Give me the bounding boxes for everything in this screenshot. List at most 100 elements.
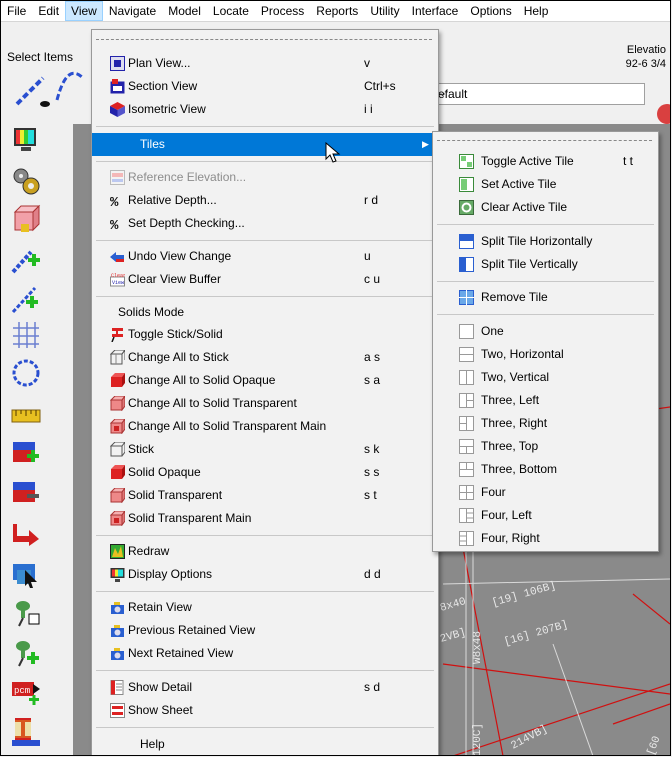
menu-item-label: Tiles xyxy=(140,137,165,151)
menu-item-toggle-stick-solid[interactable]: Toggle Stick/Solid xyxy=(92,323,438,346)
menu-item-three-bottom[interactable]: Three, Bottom xyxy=(433,458,658,481)
menu-item-shortcut: a s xyxy=(364,350,381,364)
menu-item-plan-view[interactable]: Plan View... v xyxy=(92,52,438,75)
menu-item-toggle-active-tile[interactable]: Toggle Active Tile t t xyxy=(433,150,658,173)
layout-four-left-icon xyxy=(459,508,474,523)
canvas-label-1: [19] 106B] xyxy=(491,580,558,610)
menu-item-section-view[interactable]: Section View Ctrl+s xyxy=(92,75,438,98)
menu-item-three-top[interactable]: Three, Top xyxy=(433,435,658,458)
menu-item-clear-active-tile[interactable]: Clear Active Tile xyxy=(433,196,658,219)
menu-item-three-right[interactable]: Three, Right xyxy=(433,412,658,435)
menu-item-three-left[interactable]: Three, Left xyxy=(433,389,658,412)
menu-item-tiles[interactable]: Tiles ▶ xyxy=(92,133,438,156)
menu-item-remove-tile[interactable]: Remove Tile xyxy=(433,286,658,309)
solid-transparent-main-all-icon xyxy=(110,419,125,434)
menu-item-solid-opaque[interactable]: Solid Opaque s s xyxy=(92,461,438,484)
canvas-label-5: W8x48 xyxy=(472,631,484,664)
menu-item-next-retained-view[interactable]: Next Retained View xyxy=(92,642,438,665)
menu-item-split-vertically[interactable]: Split Tile Vertically xyxy=(433,253,658,276)
add-member-icon[interactable] xyxy=(11,244,41,274)
camera-previous-icon xyxy=(111,625,124,637)
menu-process[interactable]: Process xyxy=(255,1,310,21)
menu-item-label: Display Options xyxy=(128,567,213,581)
menu-item-redraw[interactable]: Redraw xyxy=(92,540,438,563)
menu-separator xyxy=(96,727,434,728)
gears-icon[interactable] xyxy=(11,166,41,196)
menu-separator xyxy=(96,126,434,127)
menu-edit[interactable]: Edit xyxy=(32,1,65,21)
menu-item-shortcut: i i xyxy=(364,102,373,116)
solid-box-icon[interactable] xyxy=(11,204,41,234)
menu-reports[interactable]: Reports xyxy=(310,1,364,21)
menu-item-reference-elevation[interactable]: Reference Elevation... xyxy=(92,166,438,189)
menu-item-show-detail[interactable]: Show Detail s d xyxy=(92,676,438,699)
menu-item-retain-view[interactable]: Retain View xyxy=(92,596,438,619)
menu-item-clear-view-buffer[interactable]: Clear View Clear View Buffer c u xyxy=(92,268,438,291)
menu-item-shortcut: s k xyxy=(364,442,380,456)
elevation-value: 92-6 3/4 xyxy=(625,58,666,70)
view-name-dropdown[interactable]: efault ⌄ xyxy=(431,83,645,105)
menu-item-set-active-tile[interactable]: Set Active Tile xyxy=(433,173,658,196)
menu-item-show-sheet[interactable]: Show Sheet xyxy=(92,699,438,722)
add-member-alt-icon[interactable] xyxy=(11,284,41,314)
select-arc-tool-icon[interactable] xyxy=(13,56,85,114)
monitor-icon[interactable] xyxy=(11,126,41,156)
menu-item-split-horizontally[interactable]: Split Tile Horizontally xyxy=(433,230,658,253)
pcm-icon[interactable]: pcm xyxy=(11,676,41,706)
menu-utility[interactable]: Utility xyxy=(364,1,405,21)
menu-item-one[interactable]: One xyxy=(433,320,658,343)
menu-separator xyxy=(437,224,654,225)
menu-item-two-horizontal[interactable]: Two, Horizontal xyxy=(433,343,658,366)
menu-item-solid-transparent-main[interactable]: Solid Transparent Main xyxy=(92,507,438,530)
elevation-label: Elevatio xyxy=(626,44,666,56)
select-pointer-icon[interactable] xyxy=(11,560,41,590)
connection-icon[interactable] xyxy=(11,476,41,506)
menu-locate[interactable]: Locate xyxy=(207,1,255,21)
menu-item-relative-depth[interactable]: % Relative Depth... r d xyxy=(92,189,438,212)
menu-item-isometric-view[interactable]: Isometric View i i xyxy=(92,98,438,121)
menu-item-label: Toggle Active Tile xyxy=(481,154,574,168)
menu-tearoff[interactable] xyxy=(96,39,432,40)
menu-view[interactable]: View xyxy=(65,1,103,21)
menu-item-previous-retained-view[interactable]: Previous Retained View xyxy=(92,619,438,642)
menu-item-shortcut: s s xyxy=(364,465,380,479)
menu-item-shortcut: Ctrl+s xyxy=(364,79,396,93)
menu-options[interactable]: Options xyxy=(464,1,517,21)
redraw-icon xyxy=(110,544,125,559)
menu-item-set-depth-checking[interactable]: % Set Depth Checking... xyxy=(92,212,438,235)
pushpin-icon[interactable] xyxy=(11,598,41,628)
menu-item-display-options[interactable]: Display Options d d xyxy=(92,563,438,586)
ruler-icon[interactable] xyxy=(11,400,41,430)
toggle-stick-solid-icon xyxy=(111,328,123,342)
menu-file[interactable]: File xyxy=(1,1,32,21)
grid-icon[interactable] xyxy=(11,320,41,350)
menu-item-change-all-solid-opaque[interactable]: Change All to Solid Opaque s a xyxy=(92,369,438,392)
menu-item-change-all-solid-transparent-main[interactable]: Change All to Solid Transparent Main xyxy=(92,415,438,438)
menu-item-stick[interactable]: Stick s k xyxy=(92,438,438,461)
menu-item-solid-transparent[interactable]: Solid Transparent s t xyxy=(92,484,438,507)
menu-interface[interactable]: Interface xyxy=(406,1,465,21)
menu-item-shortcut: u xyxy=(364,249,371,263)
menu-navigate[interactable]: Navigate xyxy=(103,1,162,21)
menu-item-four-left[interactable]: Four, Left xyxy=(433,504,658,527)
red-arrow-icon[interactable] xyxy=(11,516,41,546)
add-connection-icon[interactable] xyxy=(11,436,41,466)
menu-item-shortcut: t t xyxy=(623,154,634,168)
menu-model[interactable]: Model xyxy=(162,1,207,21)
pushpin-add-icon[interactable] xyxy=(11,638,41,668)
menu-item-four-right[interactable]: Four, Right xyxy=(433,527,658,550)
solid-transparent-main-icon xyxy=(110,511,125,526)
menu-item-label: Isometric View xyxy=(128,102,206,116)
circle-icon[interactable] xyxy=(11,358,41,388)
menu-help[interactable]: Help xyxy=(518,1,555,21)
menu-item-two-vertical[interactable]: Two, Vertical xyxy=(433,366,658,389)
application-window: File Edit View Navigate Model Locate Pro… xyxy=(0,0,671,756)
menu-tearoff[interactable] xyxy=(437,140,652,141)
menu-item-four[interactable]: Four xyxy=(433,481,658,504)
menu-item-help[interactable]: Help xyxy=(92,733,438,755)
menu-item-change-all-solid-transparent[interactable]: Change All to Solid Transparent xyxy=(92,392,438,415)
fit-beam-icon[interactable] xyxy=(11,716,41,746)
menu-item-label: Three, Left xyxy=(481,393,540,407)
menu-item-undo-view-change[interactable]: Undo View Change u xyxy=(92,245,438,268)
menu-item-change-all-stick[interactable]: Change All to Stick a s xyxy=(92,346,438,369)
